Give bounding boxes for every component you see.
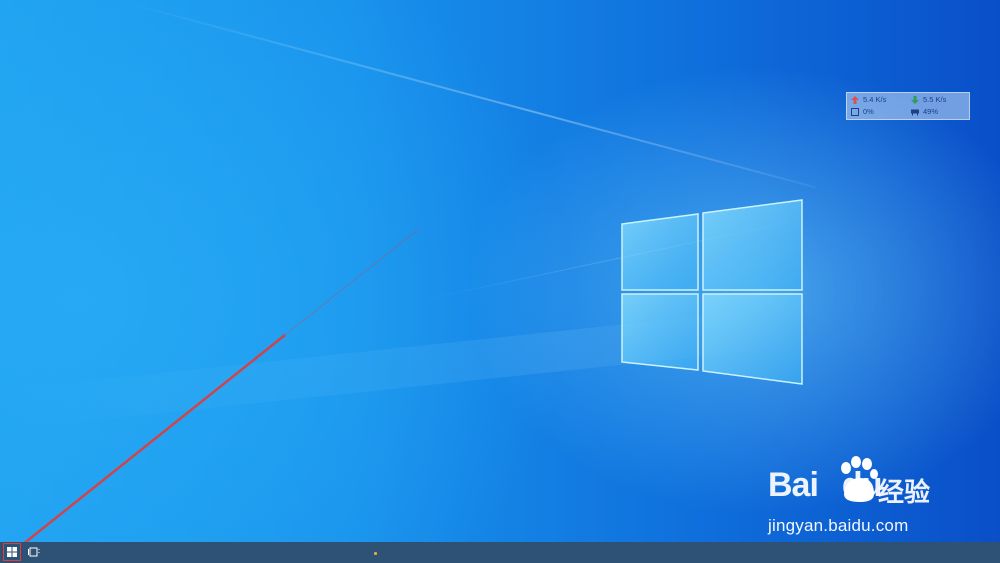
paw-icon xyxy=(841,456,878,502)
upload-speed-value: 5.4 K/s xyxy=(863,95,887,105)
arrow-up-icon xyxy=(851,96,859,105)
windows-logo-wallpaper xyxy=(621,199,803,385)
network-monitor-widget[interactable]: 5.4 K/s 5.5 K/s 0% 49% xyxy=(846,92,970,120)
memory-icon xyxy=(911,109,919,116)
download-speed: 5.5 K/s xyxy=(911,94,946,106)
network-monitor-row: 5.4 K/s 5.5 K/s xyxy=(847,94,969,106)
start-button[interactable] xyxy=(3,543,21,561)
download-speed-value: 5.5 K/s xyxy=(923,95,947,105)
memory-usage-value: 49% xyxy=(923,107,939,117)
cpu-icon xyxy=(851,108,859,117)
watermark-url: jingyan.baidu.com xyxy=(768,516,909,535)
task-view-button[interactable] xyxy=(27,545,41,559)
task-view-icon xyxy=(28,547,40,557)
cpu-usage-value: 0% xyxy=(863,107,874,117)
light-beam xyxy=(119,0,816,189)
windows-start-icon xyxy=(7,547,17,557)
memory-usage: 49% xyxy=(911,106,938,118)
desktop: 5.4 K/s 5.5 K/s 0% 49% Bai 经验 jingyan.ba… xyxy=(0,0,1000,542)
watermark-chinese: 经验 xyxy=(878,477,931,507)
network-monitor-row: 0% 49% xyxy=(847,106,969,118)
upload-speed: 5.4 K/s xyxy=(851,94,886,106)
cpu-usage: 0% xyxy=(851,106,874,118)
baidu-jingyan-watermark: Baidu 经验 jingyan.baidu.com xyxy=(768,456,978,540)
taskbar xyxy=(0,542,1000,563)
arrow-down-icon xyxy=(911,96,919,105)
taskbar-indicator xyxy=(374,552,377,555)
